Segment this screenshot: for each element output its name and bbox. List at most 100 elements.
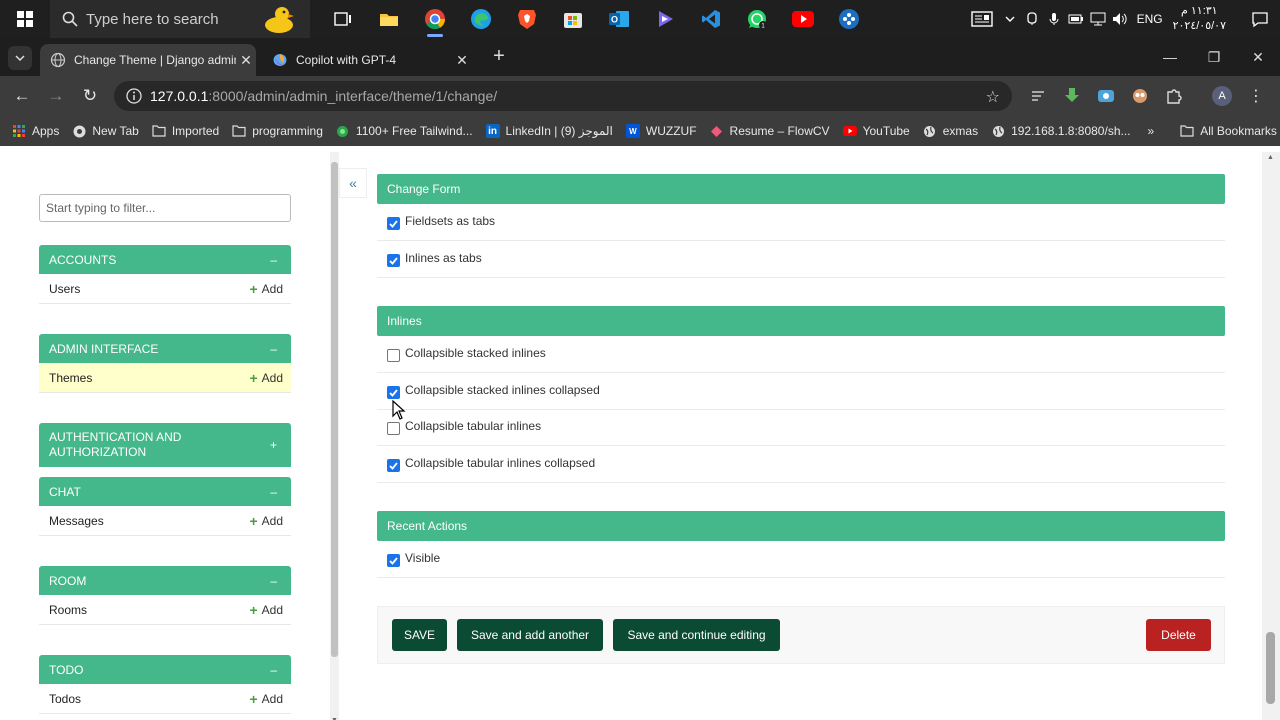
toggle-nav-sidebar-button[interactable]: « (339, 168, 367, 198)
outlook-icon[interactable]: O (596, 0, 642, 38)
notification-icon[interactable] (1240, 11, 1280, 27)
file-explorer-icon[interactable] (366, 0, 412, 38)
add-link[interactable]: + Add (249, 513, 283, 529)
volume-icon[interactable] (1109, 0, 1131, 38)
model-link[interactable]: Messages (49, 514, 104, 528)
bookmark-star-icon[interactable]: ☆ (986, 87, 1000, 107)
bookmark-programming[interactable]: programming (232, 124, 323, 138)
model-link[interactable]: Users (49, 282, 80, 296)
bookmark-imported[interactable]: Imported (152, 124, 219, 138)
bookmark-local-ip[interactable]: 192.168.1.8:8080/sh... (991, 124, 1131, 138)
checkbox[interactable] (387, 554, 400, 567)
chrome-icon[interactable] (412, 0, 458, 38)
sidebar-item-users[interactable]: Users + Add (39, 274, 291, 304)
add-link[interactable]: + Add (249, 602, 283, 618)
app-header-accounts[interactable]: ACCOUNTS – (39, 245, 291, 274)
site-info-icon[interactable] (126, 88, 142, 104)
scrollbar-thumb[interactable] (331, 162, 338, 657)
taskbar-clock[interactable]: ١١:٣١ م ٢٠٢٤/٠٥/٠٧ (1173, 4, 1226, 34)
download-manager-icon[interactable] (1060, 84, 1084, 108)
app-header-room[interactable]: ROOM – (39, 566, 291, 595)
extensions-puzzle-icon[interactable] (1162, 84, 1186, 108)
profile-avatar[interactable]: A (1210, 84, 1234, 108)
save-and-add-another-button[interactable]: Save and add another (457, 619, 603, 651)
minimize-icon[interactable]: — (1148, 38, 1192, 76)
edge-icon[interactable] (458, 0, 504, 38)
field-inlines-as-tabs[interactable]: Inlines as tabs (377, 241, 1225, 278)
expand-toggle-icon[interactable]: + (270, 438, 277, 453)
sidebar-item-todos[interactable]: Todos + Add (39, 684, 291, 714)
nav-filter-input[interactable] (39, 194, 291, 222)
model-link[interactable]: Themes (49, 371, 92, 385)
windows-start-button[interactable] (0, 0, 50, 38)
sidebar-item-themes[interactable]: Themes + Add (39, 363, 291, 393)
taskbar-search-box[interactable]: Type here to search (50, 0, 310, 38)
chevron-up-icon[interactable] (999, 0, 1021, 38)
bookmark-apps[interactable]: Apps (12, 124, 59, 138)
add-link[interactable]: + Add (249, 691, 283, 707)
youtube-app-icon[interactable] (780, 0, 826, 38)
bookmark-linkedin[interactable]: in LinkedIn | الموجز (9) (485, 124, 613, 138)
kebab-menu-icon[interactable]: ⋮ (1244, 84, 1268, 108)
camera-icon[interactable] (1021, 0, 1043, 38)
save-button[interactable]: SAVE (392, 619, 447, 651)
more-bookmarks-button[interactable]: » (1148, 124, 1155, 138)
tab-change-theme[interactable]: Change Theme | Django admin ✕ (40, 44, 256, 76)
close-window-icon[interactable]: ✕ (1236, 38, 1280, 76)
field-collapsible-tabular-inlines[interactable]: Collapsible tabular inlines (377, 409, 1225, 446)
screen-capture-icon[interactable] (1094, 84, 1118, 108)
back-arrow-icon[interactable]: ← (10, 84, 34, 108)
page-scrollbar[interactable]: ▲ (1262, 152, 1280, 720)
add-link[interactable]: + Add (249, 370, 283, 386)
tab-copilot[interactable]: Copilot with GPT-4 ✕ (262, 44, 472, 76)
field-collapsible-stacked-inlines[interactable]: Collapsible stacked inlines (377, 336, 1225, 373)
sidebar-scrollbar[interactable]: ▼ (330, 152, 339, 720)
forward-arrow-icon[interactable]: → (44, 84, 68, 108)
microphone-icon[interactable] (1043, 0, 1065, 38)
media-player-icon[interactable] (642, 0, 688, 38)
bookmark-flowcv[interactable]: Resume – FlowCV (710, 124, 830, 138)
scroll-up-arrow-icon[interactable]: ▲ (1267, 154, 1274, 161)
collapse-toggle-icon[interactable]: – (270, 253, 277, 267)
add-link[interactable]: + Add (249, 281, 283, 297)
close-tab-icon[interactable]: ✕ (452, 52, 472, 69)
checkbox[interactable] (387, 459, 400, 472)
address-bar[interactable]: 127.0.0.1:8000/admin/admin_interface/the… (114, 81, 1012, 111)
vscode-icon[interactable] (688, 0, 734, 38)
battery-icon[interactable] (1065, 0, 1087, 38)
field-recent-actions-visible[interactable]: Visible (377, 541, 1225, 578)
collapse-toggle-icon[interactable]: – (270, 485, 277, 499)
new-tab-button[interactable]: + (488, 46, 510, 68)
field-collapsible-tabular-inlines-collapsed[interactable]: Collapsible tabular inlines collapsed (377, 446, 1225, 483)
input-language[interactable]: ENG (1137, 12, 1163, 26)
checkbox[interactable] (387, 422, 400, 435)
app-header-chat[interactable]: CHAT – (39, 477, 291, 506)
bookmark-exmas[interactable]: exmas (923, 124, 978, 138)
extension-face-icon[interactable] (1128, 84, 1152, 108)
bookmark-wuzzuf[interactable]: W WUZZUF (625, 124, 697, 138)
bookmark-youtube[interactable]: YouTube (842, 124, 910, 138)
checkbox[interactable] (387, 217, 400, 230)
field-collapsible-stacked-inlines-collapsed[interactable]: Collapsible stacked inlines collapsed (377, 373, 1225, 410)
restore-icon[interactable]: ❐ (1192, 38, 1236, 76)
checkbox[interactable] (387, 349, 400, 362)
checkbox[interactable] (387, 254, 400, 267)
microsoft-store-icon[interactable] (550, 0, 596, 38)
all-bookmarks[interactable]: All Bookmarks (1180, 124, 1277, 138)
bookmark-tailwind[interactable]: 1100+ Free Tailwind... (336, 124, 473, 138)
sidebar-item-rooms[interactable]: Rooms + Add (39, 595, 291, 625)
news-icon[interactable] (965, 0, 999, 38)
task-view-icon[interactable] (320, 0, 366, 38)
model-link[interactable]: Todos (49, 692, 81, 706)
app-header-todo[interactable]: TODO – (39, 655, 291, 684)
app-grid-icon[interactable] (826, 0, 872, 38)
sidebar-item-messages[interactable]: Messages + Add (39, 506, 291, 536)
reload-icon[interactable]: ↻ (78, 84, 102, 108)
save-and-continue-button[interactable]: Save and continue editing (613, 619, 780, 651)
collapse-toggle-icon[interactable]: – (270, 574, 277, 588)
app-header-authentication[interactable]: AUTHENTICATION AND AUTHORIZATION + (39, 423, 291, 467)
model-link[interactable]: Rooms (49, 603, 87, 617)
collapse-toggle-icon[interactable]: – (270, 663, 277, 677)
app-header-admin-interface[interactable]: ADMIN INTERFACE – (39, 334, 291, 363)
tab-search-button[interactable] (8, 46, 32, 70)
